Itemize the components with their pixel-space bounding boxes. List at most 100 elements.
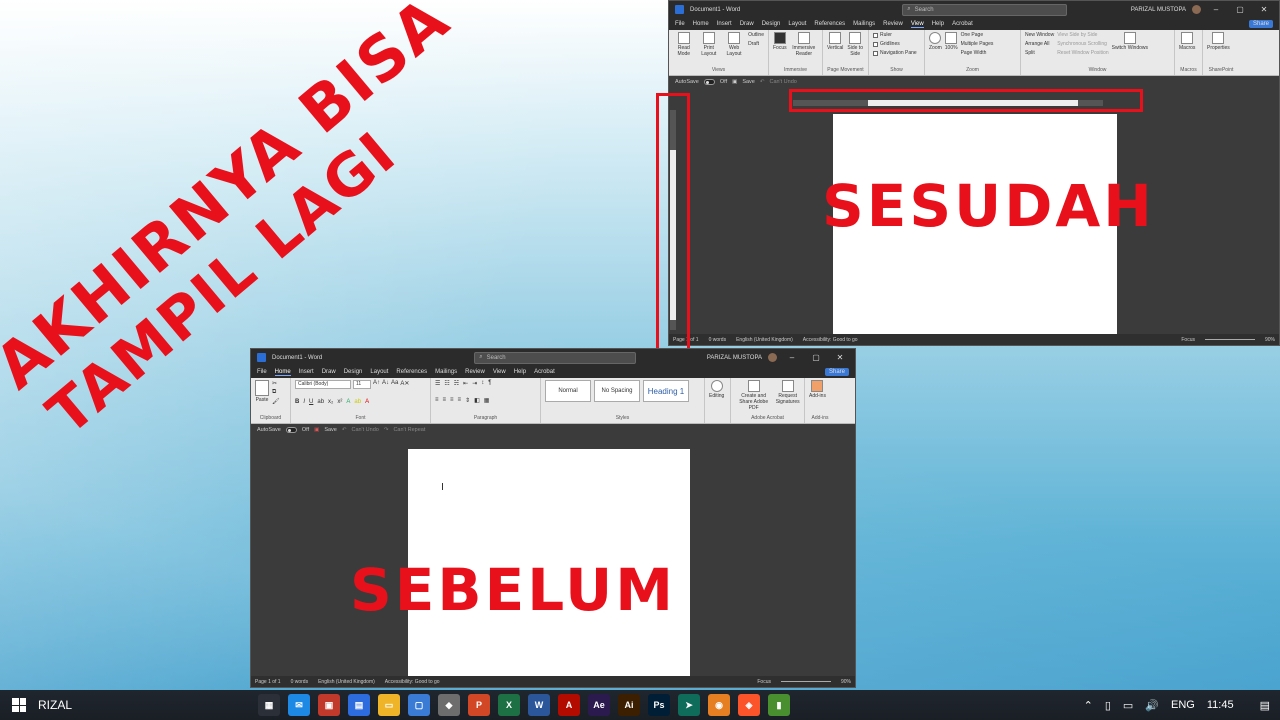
outline-button[interactable]: Outline — [748, 32, 764, 38]
word-count[interactable]: 0 words — [291, 679, 309, 685]
page-count[interactable]: Page 1 of 1 — [255, 679, 281, 685]
tab-file[interactable]: File — [675, 21, 685, 27]
taskbar-app-app-red-icon[interactable]: ▣ — [318, 694, 340, 716]
decrease-indent-icon[interactable]: ⇤ — [463, 380, 468, 387]
maximize-button[interactable]: ▢ — [1231, 5, 1249, 14]
side-to-side-button[interactable]: Side to Side — [846, 32, 864, 66]
strikethrough-icon[interactable]: ab — [317, 399, 324, 405]
search-box[interactable]: ⌕ Search — [474, 351, 637, 364]
taskbar-app-photos-icon[interactable]: ◆ — [438, 694, 460, 716]
tab-view[interactable]: View — [910, 21, 924, 28]
properties-button[interactable]: Properties — [1207, 32, 1230, 66]
change-case-icon[interactable]: Aa — [391, 380, 398, 389]
share-button[interactable]: Share — [824, 368, 849, 376]
notification-icon[interactable]: ▤ — [1260, 699, 1270, 712]
ruler-checkbox[interactable]: Ruler — [873, 32, 920, 38]
style-normal[interactable]: Normal — [545, 380, 591, 402]
zoom-button[interactable]: Zoom — [929, 32, 942, 66]
taskbar-user[interactable]: RIZAL — [38, 698, 72, 712]
increase-indent-icon[interactable]: ⇥ — [472, 380, 477, 387]
add-ins-button[interactable]: Add-ins — [809, 380, 826, 414]
multiple-pages-button[interactable]: Multiple Pages — [961, 41, 994, 47]
tab-acrobat[interactable]: Acrobat — [534, 369, 555, 375]
underline-icon[interactable]: U — [309, 399, 313, 405]
minimize-button[interactable]: – — [783, 353, 801, 362]
zoom-slider[interactable] — [1204, 339, 1255, 340]
chevron-up-icon[interactable]: ⌃ — [1084, 699, 1093, 712]
tab-home[interactable]: Home — [274, 369, 291, 376]
taskbar-app-after-effects-icon[interactable]: Ae — [588, 694, 610, 716]
share-button[interactable]: Share — [1248, 20, 1273, 28]
minimize-button[interactable]: – — [1207, 5, 1225, 14]
page-width-button[interactable]: Page Width — [961, 50, 994, 56]
focus-button[interactable]: Focus — [773, 32, 787, 66]
vertical-button[interactable]: Vertical — [827, 32, 843, 66]
multilevel-list-icon[interactable]: ☵ — [454, 380, 459, 387]
sort-icon[interactable]: ↕ — [481, 380, 484, 387]
autosave-toggle[interactable] — [703, 78, 715, 85]
print-layout-button[interactable]: Print Layout — [698, 32, 720, 66]
align-right-icon[interactable]: ≡ — [450, 397, 454, 404]
create-share-pdf-button[interactable]: Create and Share Adobe PDF — [735, 380, 772, 414]
taskbar-app-brave-icon[interactable]: ◈ — [738, 694, 760, 716]
language[interactable]: English (United Kingdom) — [736, 337, 793, 343]
tab-draw[interactable]: Draw — [322, 369, 336, 375]
taskbar-app-start-menu-icon[interactable]: ▦ — [258, 694, 280, 716]
split-button[interactable]: Split — [1025, 50, 1054, 56]
tab-design[interactable]: Design — [762, 21, 781, 27]
one-page-button[interactable]: One Page — [961, 32, 994, 38]
tab-mailings[interactable]: Mailings — [853, 21, 875, 27]
highlight-icon[interactable]: ab — [354, 399, 361, 405]
bullets-icon[interactable]: ☰ — [435, 380, 440, 387]
language[interactable]: English (United Kingdom) — [318, 679, 375, 685]
tab-home[interactable]: Home — [693, 21, 709, 27]
close-button[interactable]: ✕ — [1255, 5, 1273, 14]
read-mode-button[interactable]: Read Mode — [673, 32, 695, 66]
zoom-slider[interactable] — [780, 681, 831, 682]
taskbar-app-word-icon[interactable]: W — [528, 694, 550, 716]
tab-references[interactable]: References — [396, 369, 427, 375]
tab-insert[interactable]: Insert — [299, 369, 314, 375]
web-layout-button[interactable]: Web Layout — [723, 32, 745, 66]
save-button[interactable]: Save — [324, 427, 337, 433]
zoom-100-button[interactable]: 100% — [945, 32, 958, 66]
taskbar-app-mail-icon[interactable]: ✉ — [288, 694, 310, 716]
tab-help[interactable]: Help — [514, 369, 526, 375]
accessibility-status[interactable]: Accessibility: Good to go — [385, 679, 440, 685]
navigation-pane-checkbox[interactable]: Navigation Pane — [873, 50, 920, 56]
style-no-spacing[interactable]: No Spacing — [594, 380, 640, 402]
tab-layout[interactable]: Layout — [370, 369, 388, 375]
network-icon[interactable]: ▭ — [1123, 699, 1133, 712]
immersive-reader-button[interactable]: Immersive Reader — [790, 32, 818, 66]
maximize-button[interactable]: ▢ — [807, 353, 825, 362]
text-effects-icon[interactable]: A — [346, 399, 350, 405]
gridlines-checkbox[interactable]: Gridlines — [873, 41, 920, 47]
tab-layout[interactable]: Layout — [788, 21, 806, 27]
draft-button[interactable]: Draft — [748, 41, 764, 47]
subscript-icon[interactable]: x₂ — [328, 399, 333, 405]
taskbar-app-app-arrow-icon[interactable]: ➤ — [678, 694, 700, 716]
editing-button[interactable]: Editing — [709, 380, 724, 421]
taskbar-app-app-window-icon[interactable]: ▢ — [408, 694, 430, 716]
zoom-level[interactable]: 90% — [841, 679, 851, 685]
autosave-toggle[interactable] — [285, 426, 297, 433]
switch-windows-button[interactable]: Switch Windows — [1112, 32, 1148, 66]
cut-icon[interactable]: ✂ — [272, 380, 280, 387]
windows-start-button[interactable] — [0, 690, 38, 720]
tab-review[interactable]: Review — [465, 369, 485, 375]
tab-review[interactable]: Review — [883, 21, 903, 27]
taskbar-app-illustrator-icon[interactable]: Ai — [618, 694, 640, 716]
align-left-icon[interactable]: ≡ — [435, 397, 439, 404]
shading-icon[interactable]: ◧ — [474, 397, 480, 404]
taskbar-app-acrobat-icon[interactable]: A — [558, 694, 580, 716]
clear-format-icon[interactable]: A✕ — [400, 380, 409, 389]
taskbar-app-app-orange-icon[interactable]: ◉ — [708, 694, 730, 716]
accessibility-status[interactable]: Accessibility: Good to go — [803, 337, 858, 343]
tab-references[interactable]: References — [814, 21, 845, 27]
shrink-font-icon[interactable]: A↓ — [382, 380, 389, 389]
numbering-icon[interactable]: ☷ — [444, 380, 449, 387]
font-color-icon[interactable]: A — [365, 399, 369, 405]
taskbar-app-excel-icon[interactable]: X — [498, 694, 520, 716]
tab-acrobat[interactable]: Acrobat — [952, 21, 973, 27]
italic-icon[interactable]: I — [303, 399, 305, 405]
